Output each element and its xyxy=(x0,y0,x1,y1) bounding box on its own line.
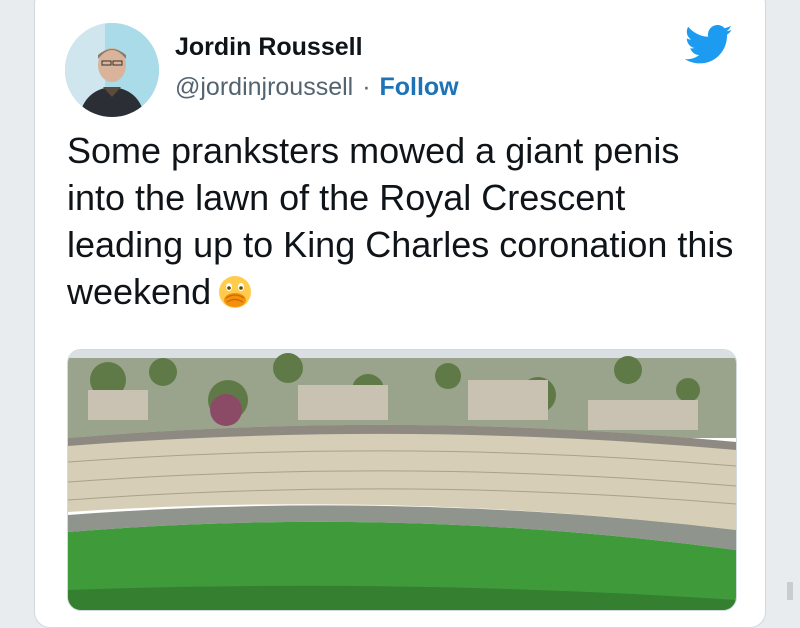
twitter-bird-icon[interactable] xyxy=(685,25,733,65)
tweet-text-content: Some pranksters mowed a giant penis into… xyxy=(67,130,734,312)
face-with-open-eyes-and-hand-over-mouth-icon xyxy=(219,276,252,308)
tweet-card: Jordin Roussell @jordinjroussell · Follo… xyxy=(34,0,766,628)
tweet-text: Some pranksters mowed a giant penis into… xyxy=(67,127,747,315)
avatar[interactable] xyxy=(65,23,159,117)
tweet-photo[interactable] xyxy=(67,349,737,611)
separator-dot: · xyxy=(362,73,371,101)
author-handle[interactable]: @jordinjroussell xyxy=(175,73,353,101)
author-name[interactable]: Jordin Roussell xyxy=(175,33,363,62)
scrollbar-fragment xyxy=(787,582,793,600)
royal-crescent-photo xyxy=(68,350,736,610)
handle-row: @jordinjroussell · Follow xyxy=(175,73,459,102)
follow-link[interactable]: Follow xyxy=(379,73,458,101)
avatar-image xyxy=(65,23,159,117)
